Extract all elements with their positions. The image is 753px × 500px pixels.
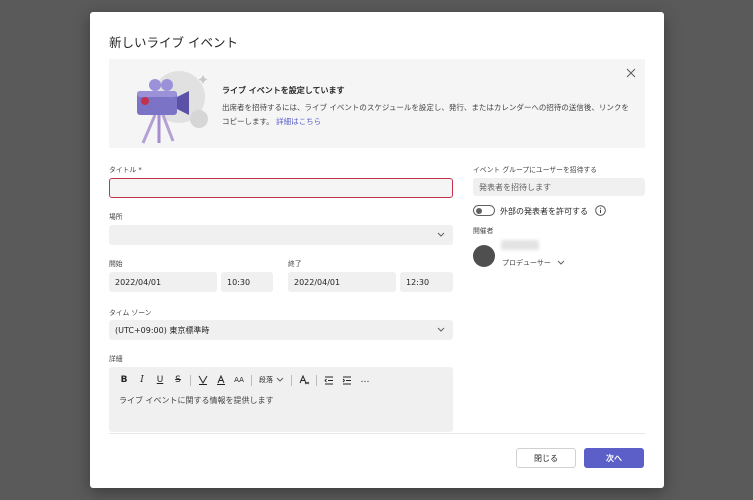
toolbar-divider <box>251 374 252 386</box>
clear-format-icon <box>299 375 309 385</box>
banner-heading: ライブ イベントを設定しています <box>222 86 345 95</box>
chevron-down-icon <box>276 377 284 382</box>
highlight-button[interactable] <box>194 373 212 387</box>
info-banner: ライブ イベントを設定しています 出席者を招待するには、ライブ イベントのスケジ… <box>109 59 645 148</box>
banner-description: 出席者を招待するには、ライブ イベントのスケジュールを設定し、発行、またはカレン… <box>222 101 632 129</box>
highlight-icon <box>198 375 208 385</box>
start-label: 開始 <box>109 260 123 268</box>
font-color-icon <box>217 375 225 385</box>
italic-button[interactable]: I <box>133 373 151 387</box>
end-date-input[interactable]: 2022/04/01 <box>288 272 396 292</box>
role-label: プロデューサー <box>502 259 551 267</box>
close-icon[interactable] <box>625 67 637 79</box>
dialog-title: 新しいライブ イベント <box>109 35 238 50</box>
font-color-button[interactable] <box>212 373 230 387</box>
invite-label: イベント グループにユーザーを招待する <box>473 166 597 174</box>
font-size-button[interactable]: AA <box>230 373 248 387</box>
timezone-value: (UTC+09:00) 東京標準時 <box>115 325 210 335</box>
organizer-name-redacted <box>501 240 539 250</box>
location-dropdown[interactable] <box>109 225 453 245</box>
role-dropdown[interactable]: プロデューサー <box>502 258 565 268</box>
start-time-input[interactable]: 10:30 <box>221 272 273 292</box>
details-placeholder: ライブ イベントに関する情報を提供します <box>119 396 274 405</box>
details-label: 詳細 <box>109 355 123 363</box>
camera-illustration <box>137 71 208 144</box>
end-label: 終了 <box>288 260 302 268</box>
timezone-label: タイム ゾーン <box>109 309 152 317</box>
title-input[interactable] <box>109 178 453 198</box>
info-icon[interactable] <box>595 205 606 216</box>
invite-presenter-input[interactable]: 発表者を招待します <box>473 178 645 196</box>
paragraph-dropdown[interactable]: 段落 <box>255 375 288 385</box>
paragraph-label: 段落 <box>259 376 273 384</box>
learn-more-link[interactable]: 詳細はこちら <box>276 117 321 126</box>
chevron-down-icon <box>437 327 445 332</box>
details-editor[interactable]: B I U S AA 段落 … ライブ イベントに関する情報を提供します <box>109 367 453 432</box>
more-options-button[interactable]: … <box>356 373 374 387</box>
external-presenter-label: 外部の発表者を許可する <box>500 207 588 216</box>
decrease-indent-button[interactable] <box>320 373 338 387</box>
next-button[interactable]: 次へ <box>584 448 644 468</box>
title-label: タイトル * <box>109 166 142 174</box>
end-time-input[interactable]: 12:30 <box>400 272 453 292</box>
decrease-indent-icon <box>324 376 333 384</box>
toggle-knob <box>476 207 482 214</box>
toolbar-divider <box>190 374 191 386</box>
organizer-label: 開催者 <box>473 227 494 235</box>
increase-indent-button[interactable] <box>338 373 356 387</box>
toolbar-divider <box>316 374 317 386</box>
toolbar-divider <box>291 374 292 386</box>
strikethrough-button[interactable]: S <box>169 373 187 387</box>
increase-indent-icon <box>342 376 351 384</box>
location-label: 場所 <box>109 213 123 221</box>
format-toolbar: B I U S AA 段落 … <box>115 373 374 387</box>
timezone-dropdown[interactable]: (UTC+09:00) 東京標準時 <box>109 320 453 340</box>
underline-button[interactable]: U <box>151 373 169 387</box>
chevron-down-icon <box>437 232 445 237</box>
chevron-down-icon <box>557 260 565 265</box>
bold-button[interactable]: B <box>115 373 133 387</box>
footer-divider <box>109 433 645 434</box>
live-event-dialog: 新しいライブ イベント ライブ イベントを設定しています 出席者を招待するには、… <box>90 12 664 488</box>
close-button[interactable]: 閉じる <box>516 448 576 468</box>
avatar <box>473 245 495 267</box>
external-presenter-toggle[interactable] <box>473 205 495 216</box>
start-date-input[interactable]: 2022/04/01 <box>109 272 217 292</box>
clear-format-button[interactable] <box>295 373 313 387</box>
